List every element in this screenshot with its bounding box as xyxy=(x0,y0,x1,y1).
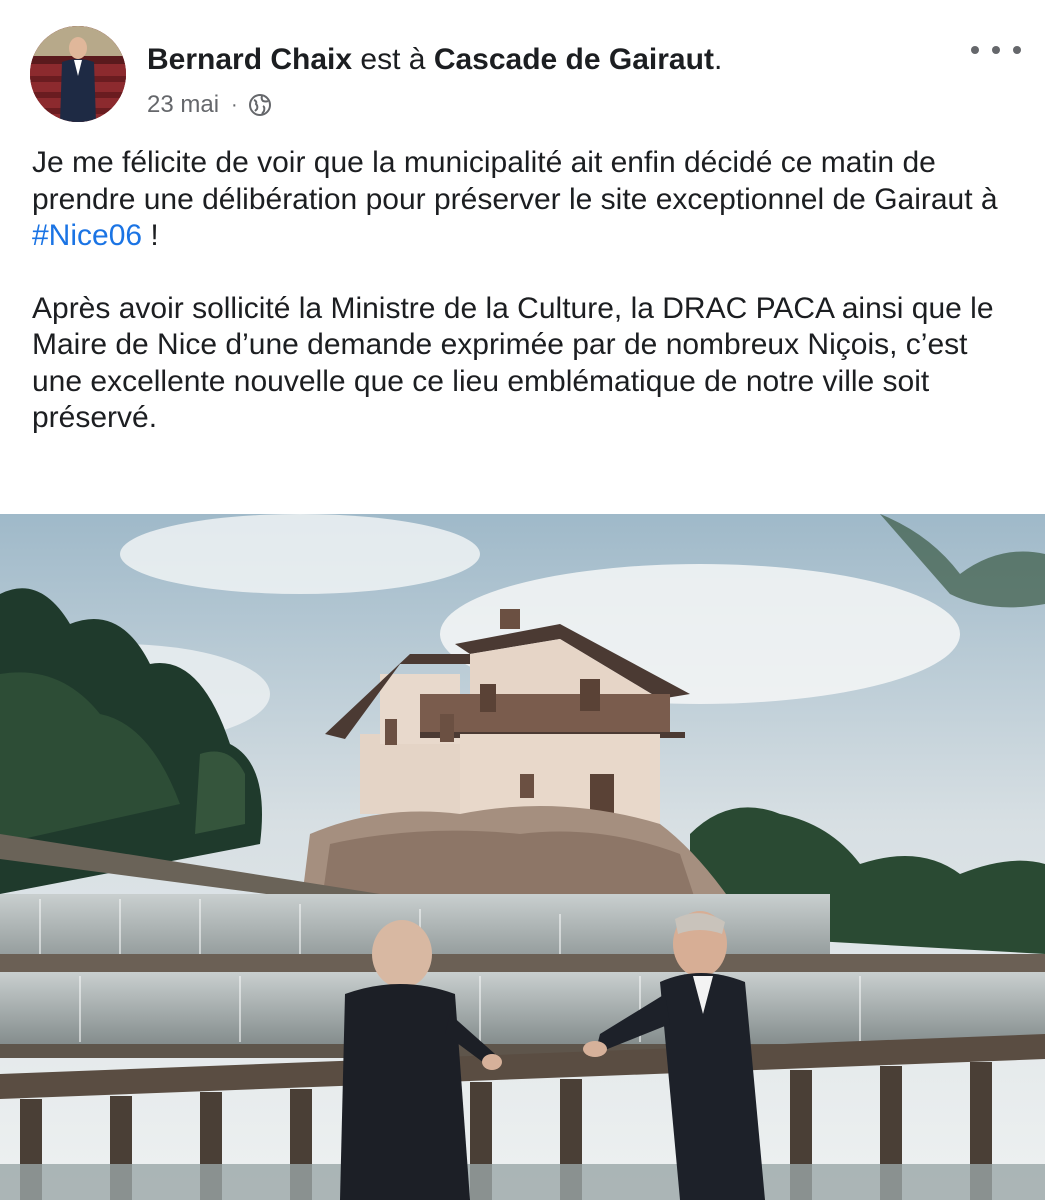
post-date[interactable]: 23 mai xyxy=(147,89,219,121)
author-name[interactable]: Bernard Chaix xyxy=(147,43,352,76)
author-line: Bernard Chaix est à Cascade de Gairaut. xyxy=(147,42,722,78)
post-text: Je me félicite de voir que la municipali… xyxy=(32,145,1022,473)
paragraph-1-end: ! xyxy=(142,219,159,252)
paragraph-1-text: Je me félicite de voir que la municipali… xyxy=(32,146,998,216)
cascade-photo xyxy=(0,514,1045,1200)
avatar[interactable] xyxy=(30,26,126,122)
more-dots-icon[interactable] xyxy=(971,40,1021,60)
more-dot xyxy=(971,46,979,54)
place-suffix: . xyxy=(713,43,723,76)
post-meta: 23 mai · xyxy=(147,89,272,121)
connector-text: est à xyxy=(360,43,426,76)
more-dot xyxy=(1013,46,1021,54)
post-photo[interactable] xyxy=(0,514,1045,1200)
facebook-post: Bernard Chaix est à Cascade de Gairaut. … xyxy=(0,0,1045,1200)
more-dot xyxy=(992,46,1000,54)
place-name[interactable]: Cascade de Gairaut xyxy=(434,43,714,76)
post-paragraph-1: Je me félicite de voir que la municipali… xyxy=(32,145,1022,255)
globe-icon xyxy=(248,94,271,116)
avatar-photo xyxy=(30,26,126,122)
hashtag-link[interactable]: #Nice06 xyxy=(32,219,142,252)
meta-separator: · xyxy=(231,94,238,116)
post-paragraph-2: Après avoir sollicité la Ministre de la … xyxy=(32,291,994,435)
